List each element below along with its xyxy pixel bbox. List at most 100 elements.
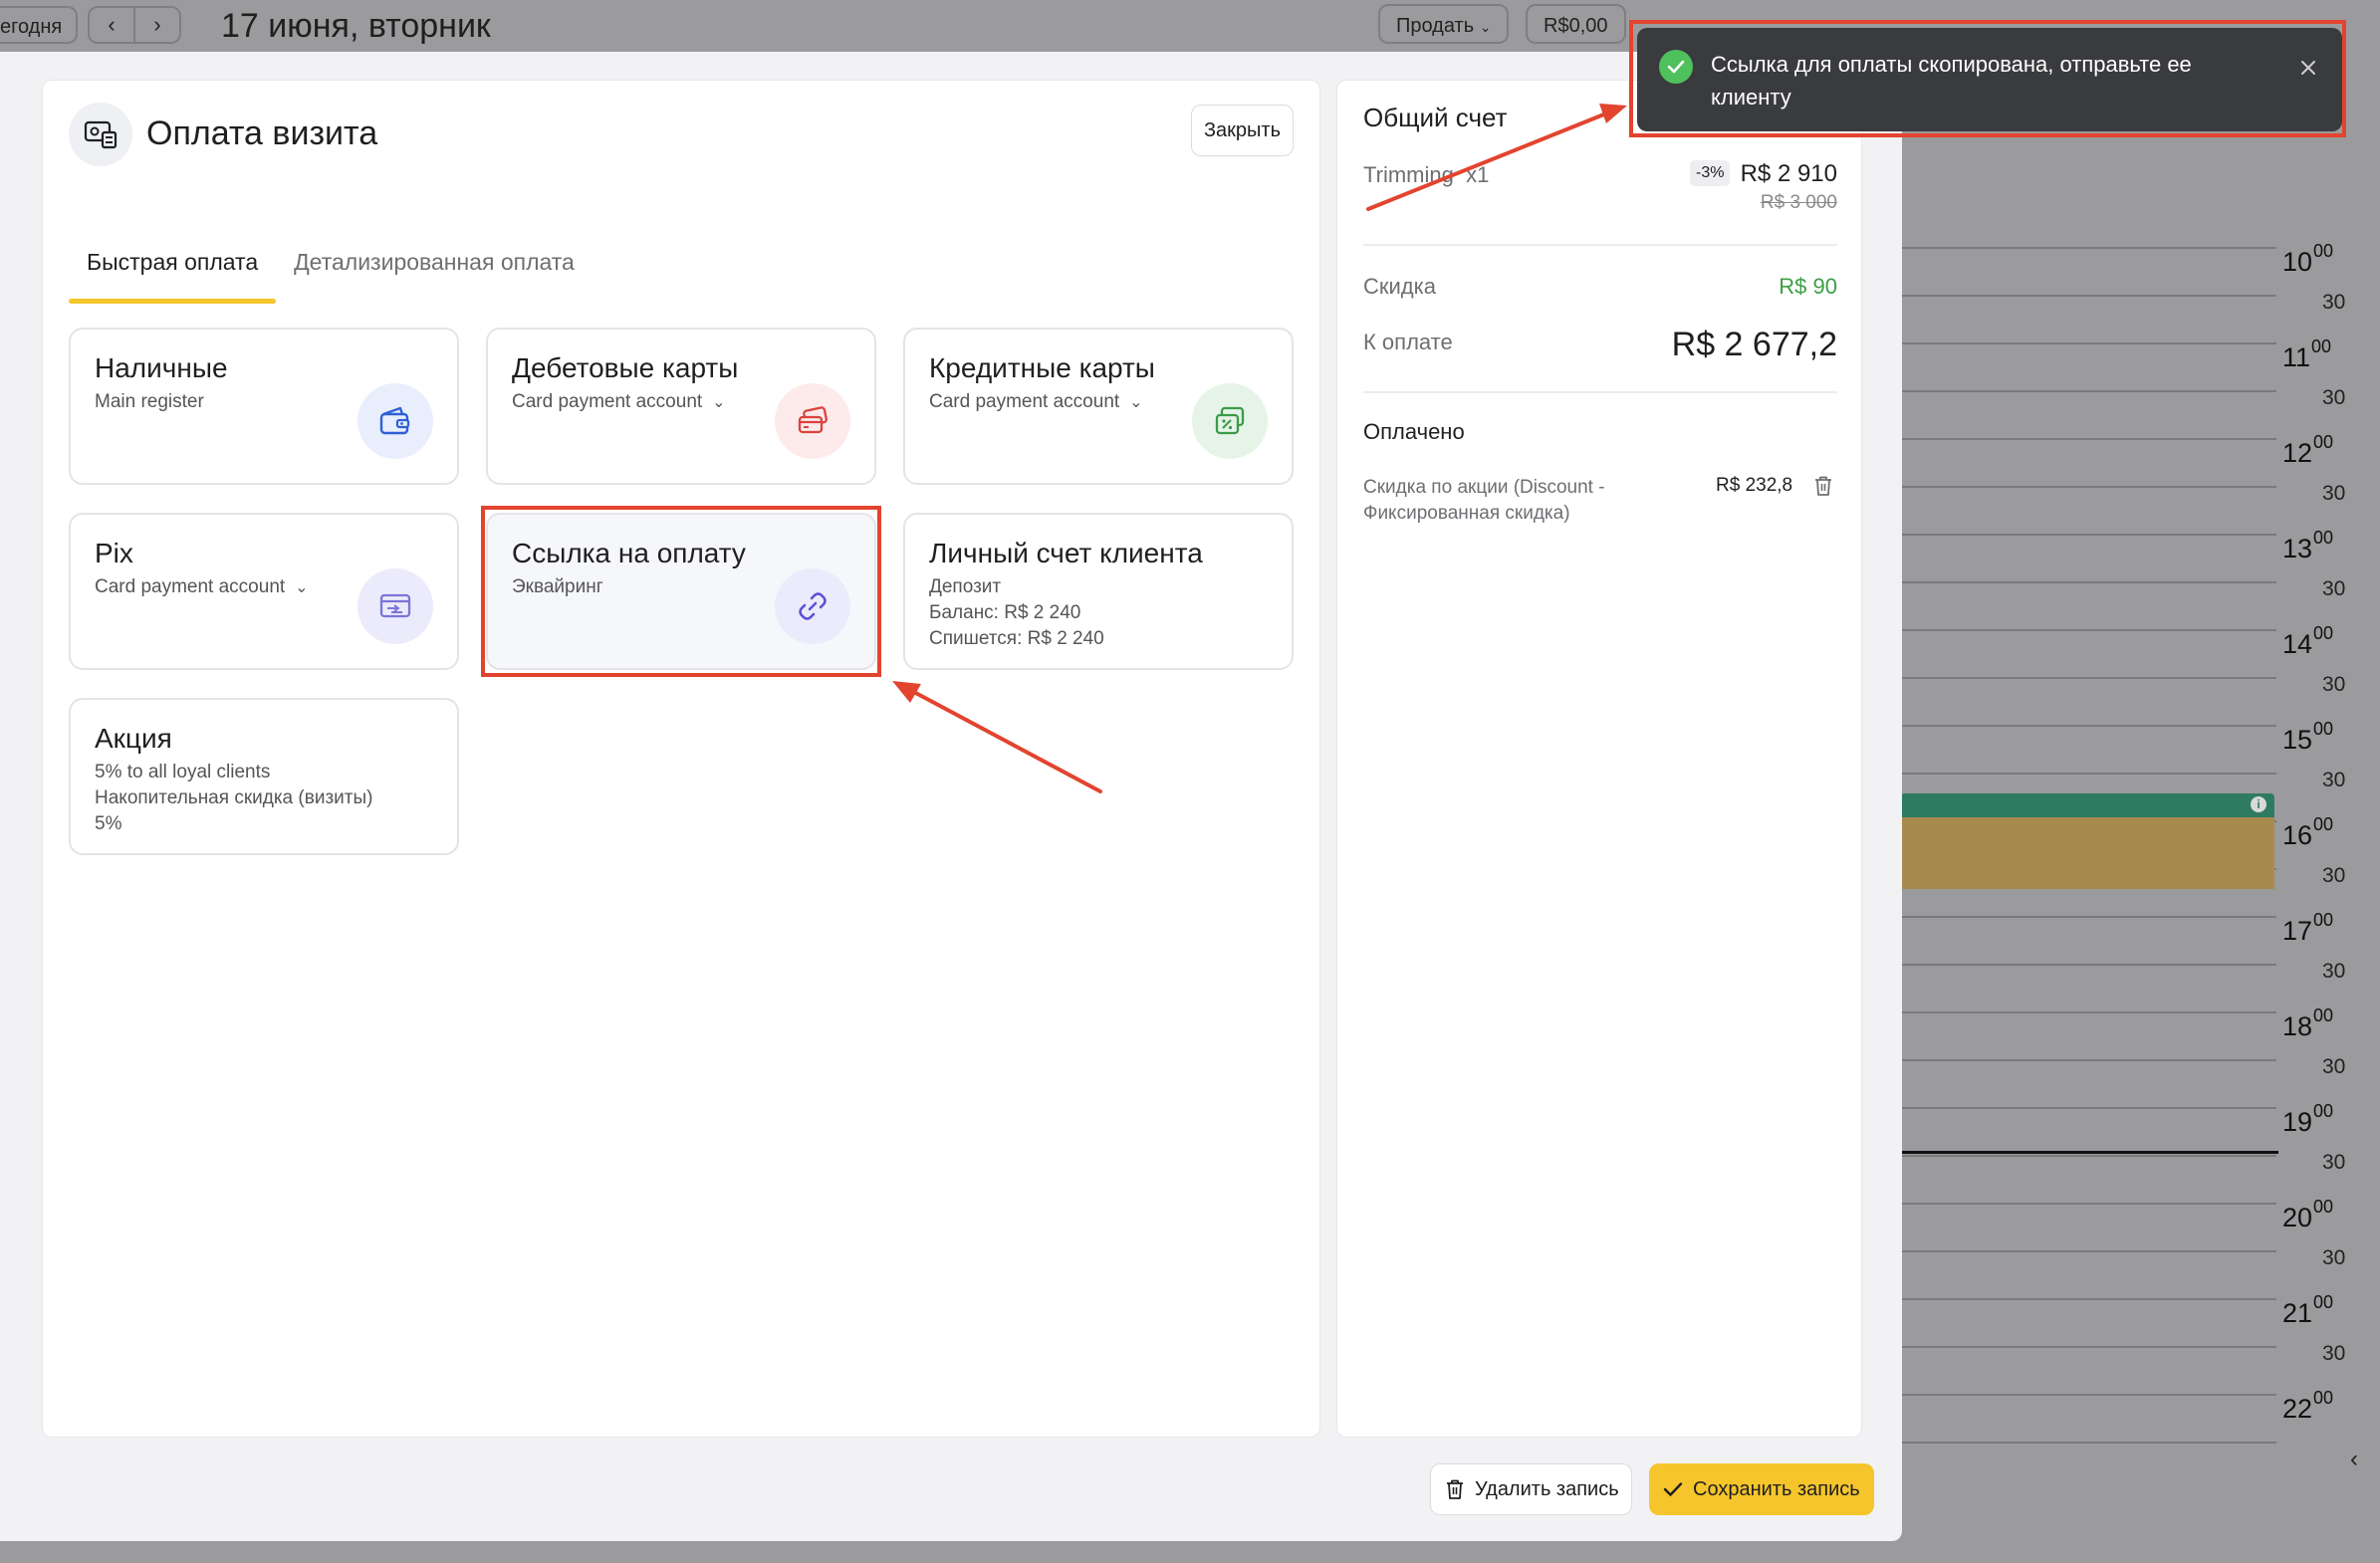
modal-title: Оплата визита — [146, 114, 378, 152]
tab-quick-payment[interactable]: Быстрая оплата — [69, 240, 277, 304]
discount-badge: -3% — [1690, 160, 1731, 186]
hour-value: 11 — [2282, 342, 2311, 372]
hour-value: 19 — [2282, 1107, 2313, 1137]
hour-value: 16 — [2282, 820, 2313, 850]
divider — [1363, 244, 1837, 246]
delete-record-label: Удалить запись — [1475, 1478, 1619, 1500]
hour-minutes: 00 — [2313, 910, 2334, 930]
hour-value: 20 — [2282, 1203, 2313, 1232]
calendar-grid-line — [1900, 1155, 2276, 1157]
hour-minutes: 00 — [2313, 432, 2334, 452]
half-hour-label: 30 — [2322, 673, 2346, 696]
save-record-button[interactable]: Сохранить запись — [1649, 1463, 1874, 1515]
hour-value: 12 — [2282, 438, 2313, 468]
calendar-grid-line — [1900, 1442, 2276, 1444]
chevron-down-icon: ⌄ — [712, 394, 726, 411]
hour-label: 1500 — [2282, 719, 2333, 756]
paid-description: Скидка по акции (Discount - Фиксированна… — [1363, 477, 1605, 524]
hour-minutes: 00 — [2313, 241, 2334, 261]
calendar-grid-line — [1900, 390, 2276, 392]
service-qty: x1 — [1466, 162, 1490, 187]
hour-label: 1900 — [2282, 1101, 2333, 1138]
delete-record-button[interactable]: Удалить запись — [1430, 1463, 1632, 1515]
highlight-payment-link — [481, 506, 881, 677]
hour-label: 1800 — [2282, 1005, 2333, 1042]
trash-icon[interactable] — [1813, 475, 1833, 502]
promotion-type: Накопительная скидка (визиты) — [95, 787, 373, 808]
calendar-grid-line — [1900, 964, 2276, 966]
today-button[interactable]: егодня — [0, 6, 78, 44]
pix-card-icon — [357, 568, 433, 644]
hour-minutes: 00 — [2313, 528, 2334, 548]
calendar-grid-line — [1900, 1346, 2276, 1348]
promotion-name: 5% to all loyal clients — [95, 762, 271, 782]
payment-methods-panel: Оплата визита Закрыть Быстрая оплата Дет… — [42, 80, 1320, 1438]
close-button[interactable]: Закрыть — [1190, 105, 1294, 156]
method-credit-cards[interactable]: Кредитные карты Card payment account ⌄ — [903, 328, 1294, 485]
account-label: Card payment account — [512, 391, 703, 412]
method-pix[interactable]: Pix Card payment account ⌄ — [69, 513, 459, 670]
half-hour-label: 30 — [2322, 291, 2346, 314]
payment-tabs: Быстрая оплата Детализированная оплата — [69, 240, 593, 304]
appointment-block[interactable] — [1900, 817, 2274, 889]
hour-value: 21 — [2282, 1298, 2313, 1328]
highlight-toast — [1629, 20, 2346, 137]
calendar-grid-line — [1900, 773, 2276, 775]
chevron-left-icon[interactable]: ‹ — [2350, 1446, 2358, 1473]
calendar-grid-line — [1900, 725, 2276, 727]
method-promotion[interactable]: Акция 5% to all loyal clients Накопитель… — [69, 698, 459, 855]
hour-label: 1200 — [2282, 432, 2333, 469]
account-charge: Спишется: R$ 2 240 — [929, 628, 1104, 649]
sell-label: Продать — [1396, 15, 1475, 37]
calendar-grid-line — [1900, 1298, 2276, 1300]
hour-label: 2200 — [2282, 1388, 2333, 1425]
method-client-account[interactable]: Личный счет клиента Депозит Баланс: R$ 2… — [903, 513, 1294, 670]
hour-value: 15 — [2282, 725, 2313, 755]
calendar-grid-line — [1900, 1011, 2276, 1013]
appointment-header[interactable]: i — [1900, 793, 2274, 817]
tab-detailed-payment[interactable]: Детализированная оплата — [276, 240, 593, 304]
calendar-grid-line — [1900, 1250, 2276, 1252]
cards-icon — [775, 383, 850, 459]
hour-label: 1100 — [2282, 336, 2331, 373]
method-title: Личный счет клиента — [929, 538, 1203, 568]
paid-amount: R$ 232,8 — [1716, 475, 1793, 496]
service-old-price: R$ 3 000 — [1760, 192, 1837, 213]
balance-dropdown[interactable]: R$0,00 — [1526, 4, 1626, 44]
calendar-grid-line — [1900, 438, 2276, 440]
bill-summary-panel: Общий счет Trimming x1 -3% R$ 2 910 R$ 3… — [1336, 80, 1862, 1438]
service-name: Trimming — [1363, 162, 1454, 187]
calendar-grid-line — [1900, 486, 2276, 488]
calendar-grid-line — [1900, 916, 2276, 918]
check-icon — [1663, 1482, 1683, 1496]
chevron-down-icon: ⌄ — [295, 579, 309, 596]
current-date: 17 июня, вторник — [221, 7, 491, 45]
half-hour-label: 30 — [2322, 1342, 2346, 1365]
calendar-grid-line — [1900, 629, 2276, 631]
chevron-down-icon: ⌄ — [1129, 394, 1143, 411]
hour-label: 2100 — [2282, 1292, 2333, 1329]
payment-receipt-icon — [69, 103, 132, 166]
hour-value: 18 — [2282, 1011, 2313, 1041]
discount-value: R$ 90 — [1779, 274, 1837, 299]
account-label: Card payment account — [929, 391, 1120, 412]
calendar-grid-line — [1900, 342, 2276, 344]
half-hour-label: 30 — [2322, 1151, 2346, 1174]
method-title: Кредитные карты — [929, 352, 1155, 383]
hour-minutes: 00 — [2313, 1292, 2334, 1312]
hour-minutes: 00 — [2313, 1388, 2334, 1408]
method-debit-cards[interactable]: Дебетовые карты Card payment account ⌄ — [486, 328, 876, 485]
wallet-icon — [357, 383, 433, 459]
method-cash[interactable]: Наличные Main register — [69, 328, 459, 485]
chevron-right-icon[interactable]: › — [135, 8, 179, 42]
half-hour-label: 30 — [2322, 960, 2346, 983]
hour-value: 17 — [2282, 916, 2313, 946]
sell-dropdown[interactable]: Продать ⌄ — [1378, 4, 1510, 44]
to-pay-value: R$ 2 677,2 — [1671, 326, 1837, 363]
current-time-line — [1900, 1151, 2278, 1154]
info-icon[interactable]: i — [2251, 796, 2266, 812]
trash-icon — [1447, 1479, 1463, 1499]
chevron-left-icon[interactable]: ‹ — [90, 8, 135, 42]
bill-title: Общий счет — [1363, 103, 1508, 132]
service-price: R$ 2 910 — [1740, 160, 1837, 187]
